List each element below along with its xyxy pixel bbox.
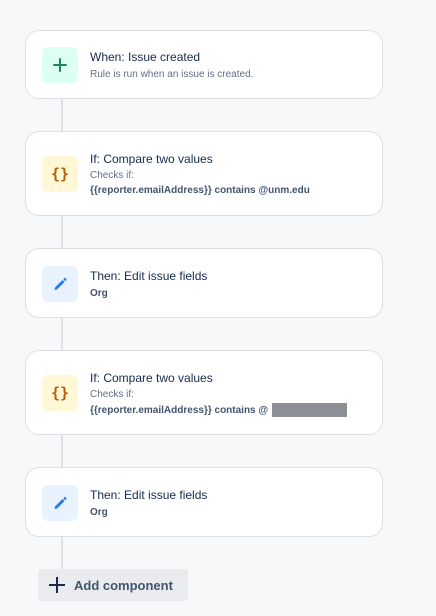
braces-icon: {} [42,156,78,192]
card-title: Then: Edit issue fields [90,488,208,502]
condition-detail: {{reporter.emailAddress}} contains @unm.… [90,185,310,196]
card-subtitle: Checks if: [90,389,134,400]
condition-card[interactable]: {} If: Compare two values Checks if: {{r… [25,131,383,216]
action-card[interactable]: Then: Edit issue fields Org [25,467,383,537]
pencil-icon [42,266,78,302]
trigger-card[interactable]: When: Issue created Rule is run when an … [25,30,383,99]
card-title: If: Compare two values [90,371,213,385]
rule-canvas: When: Issue created Rule is run when an … [0,0,436,616]
redacted-block [272,403,348,417]
connector-line [61,434,63,468]
card-title: Then: Edit issue fields [90,269,208,283]
card-subtitle: Checks if: [90,170,134,181]
card-description: Rule is run when an issue is created. [90,69,254,80]
edited-field: Org [90,507,108,518]
edited-field: Org [90,288,108,299]
connector-line [61,98,63,132]
card-title: When: Issue created [90,50,201,64]
plus-icon [49,577,65,593]
pencil-icon [42,485,78,521]
connector-line [61,215,63,249]
condition-detail: {{reporter.emailAddress}} contains @ [90,403,348,417]
condition-card[interactable]: {} If: Compare two values Checks if: {{r… [25,350,383,435]
braces-icon: {} [42,375,78,411]
plus-icon [42,47,78,83]
action-card[interactable]: Then: Edit issue fields Org [25,248,383,318]
connector-line [61,536,63,570]
add-component-label: Add component [74,577,173,593]
card-title: If: Compare two values [90,152,213,166]
connector-line [61,317,63,351]
add-component-button[interactable]: Add component [38,569,188,601]
